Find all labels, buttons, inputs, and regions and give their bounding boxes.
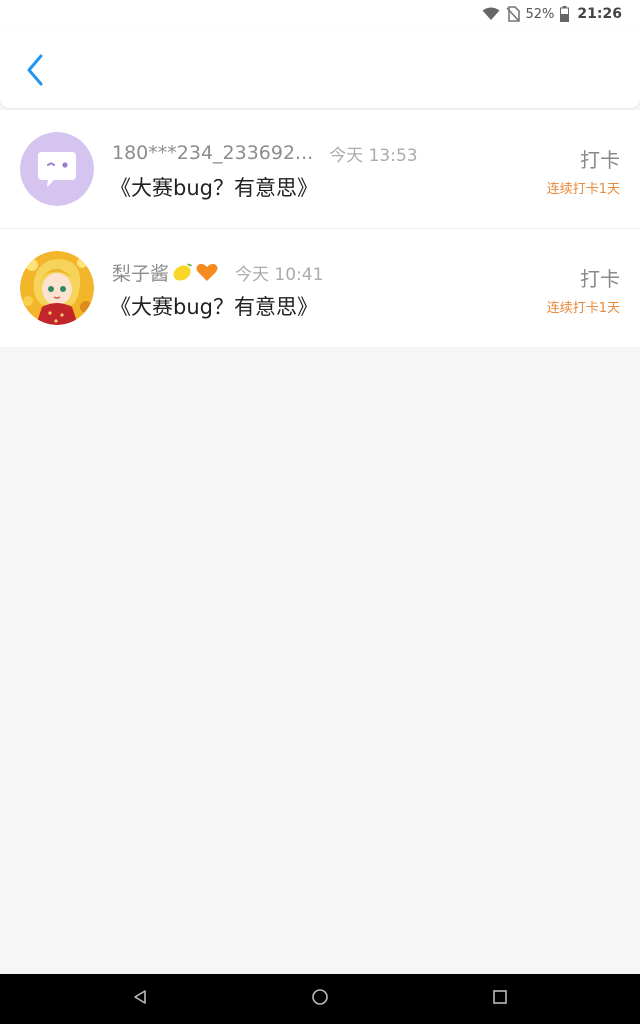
battery-percent: 52% xyxy=(525,6,555,22)
nav-home-button[interactable] xyxy=(290,974,350,1024)
record-title[interactable]: 《大赛bug？有意思》 xyxy=(110,172,318,202)
avatar[interactable] xyxy=(20,251,94,325)
chevron-left-icon xyxy=(25,53,45,91)
header xyxy=(0,28,640,108)
checkin-list: 180***234_233692... 今天 13:53 《大赛bug？有意思》… xyxy=(0,110,640,347)
nav-back-button[interactable] xyxy=(110,974,170,1024)
recents-square-icon xyxy=(492,989,508,1009)
avatar[interactable] xyxy=(20,132,94,206)
list-item[interactable]: 180***234_233692... 今天 13:53 《大赛bug？有意思》… xyxy=(0,110,640,229)
status-bar: 52% 21:26 xyxy=(0,0,640,28)
battery-icon xyxy=(560,6,570,22)
clock: 21:26 xyxy=(577,6,622,22)
nav-recents-button[interactable] xyxy=(470,974,530,1024)
orange-heart-icon xyxy=(195,261,219,283)
no-sim-icon xyxy=(505,6,520,22)
timestamp: 今天 10:41 xyxy=(235,264,324,285)
navigation-bar xyxy=(0,974,640,1024)
streak-badge: 连续打卡1天 xyxy=(546,182,620,197)
list-item[interactable]: 梨子酱 今天 10:41 《大赛bug？有意思》 打卡 连续打卡1天 xyxy=(0,229,640,347)
anime-girl-avatar xyxy=(20,251,94,325)
record-title[interactable]: 《大赛bug？有意思》 xyxy=(110,291,318,321)
name-line: 180***234_233692... 今天 13:53 xyxy=(112,140,418,166)
checkin-label: 打卡 xyxy=(580,148,620,172)
wifi-icon xyxy=(482,7,500,21)
back-button[interactable] xyxy=(18,52,52,92)
lemon-icon xyxy=(171,261,193,283)
back-triangle-icon xyxy=(132,989,148,1009)
name-line: 梨子酱 今天 10:41 xyxy=(112,259,323,285)
username[interactable]: 梨子酱 xyxy=(112,259,169,286)
username[interactable]: 180***234_233692... xyxy=(112,142,313,164)
checkin-label: 打卡 xyxy=(580,267,620,291)
timestamp: 今天 13:53 xyxy=(329,145,418,166)
home-circle-icon xyxy=(311,988,329,1010)
streak-badge: 连续打卡1天 xyxy=(546,301,620,316)
chat-bubble-wink-icon xyxy=(20,132,94,206)
